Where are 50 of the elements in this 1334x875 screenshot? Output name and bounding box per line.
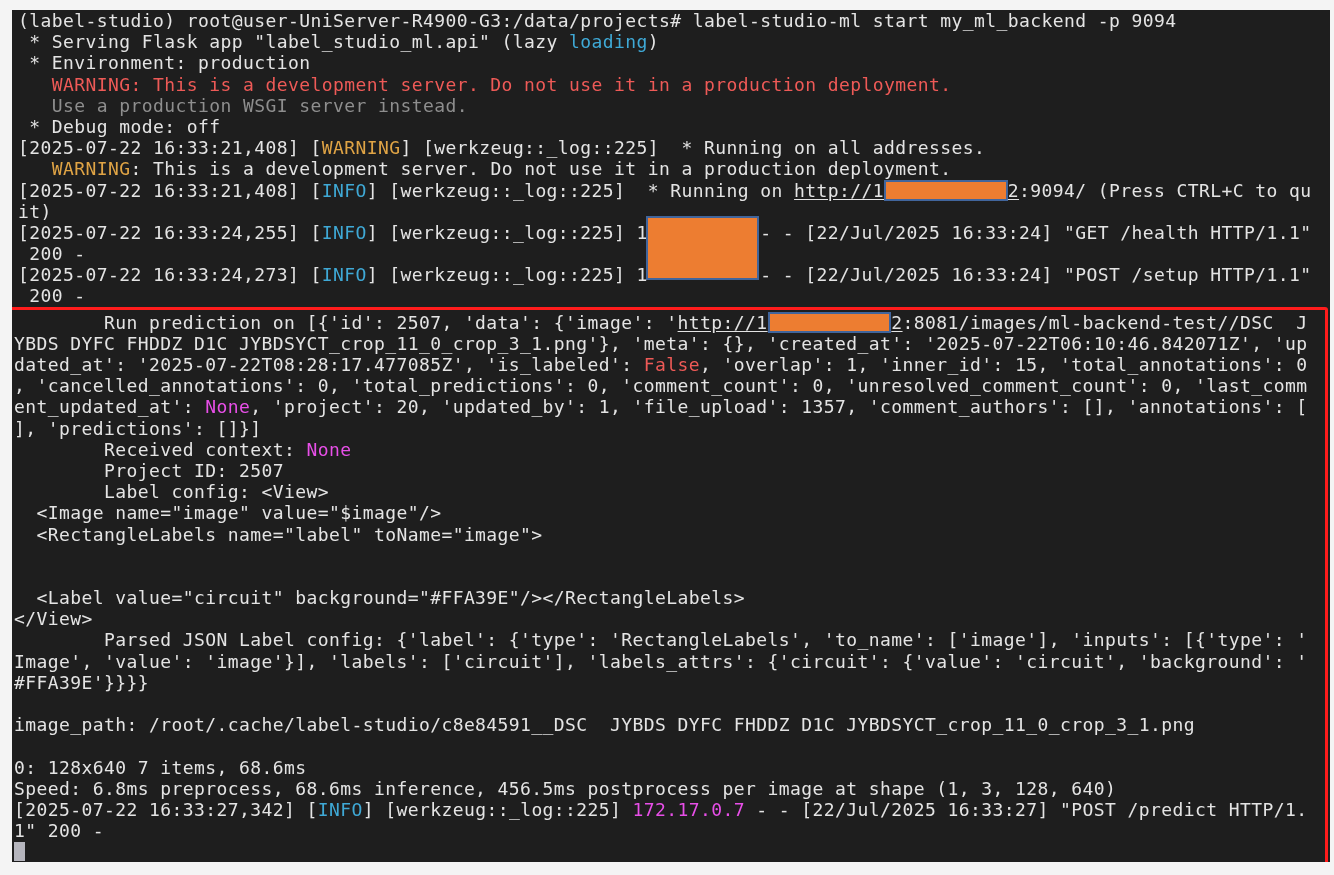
terminal-line: 0: 128x640 7 items, 68.6ms xyxy=(14,756,308,778)
terminal-text: Run prediction on [{'id': 2507, 'data': {'image': ' xyxy=(102,311,678,333)
terminal-line: YBDS DYFC FHDDZ D1C JYBDSYCT_crop_11_0_crop_3_1.png'}, 'meta': {}, 'created_at': '2025-07-22T06:10:46.842071Z', 'up xyxy=(14,332,1309,354)
cursor xyxy=(14,842,26,862)
terminal-text: - - [22/Jul/2025 16:33:24] "GET /health HTTP/1.1" xyxy=(760,221,1312,243)
terminal-text: INFO xyxy=(321,179,367,201)
terminal-line: <Image name="image" value="$image"/> xyxy=(35,502,443,524)
terminal-line: Project ID: 2507 xyxy=(102,459,285,482)
terminal-text: [2025-07-22 16:33:24,273] [ xyxy=(18,264,322,286)
terminal-line: <RectangleLabels name="label" toName="image"> xyxy=(35,523,544,545)
terminal-line: 1" 200 - xyxy=(14,820,105,842)
terminal-line: * Environment: production xyxy=(28,52,312,74)
terminal-text: ] [werkzeug::_log::225] * Running on xyxy=(366,179,784,201)
terminal-line: Parsed JSON Label config: {'label': {'type': 'RectangleLabels', 'to_name': ['image'], 'inputs': [{'type': ' xyxy=(102,629,1309,651)
terminal-line: Use a production WSGI server instead. xyxy=(50,94,469,116)
terminal-line: 200 - xyxy=(28,243,87,265)
terminal-text: :9094/ (Press CTRL+C to qu xyxy=(1019,179,1312,201)
url-link[interactable]: http://1 xyxy=(794,179,885,201)
terminal-text: ] [werkzeug::_log::225] 1 xyxy=(366,264,648,286)
terminal-text: ] [werkzeug::_log::225] 1 xyxy=(366,221,648,243)
terminal-line: Received context: None xyxy=(103,438,353,460)
terminal-line: dated_at': '2025-07-22T08:28:17.477085Z', 'is_labeled': False, 'overlap': 1, 'inner_id': 15, 'total_annotations': 0 xyxy=(14,354,1309,376)
terminal-line: </View> xyxy=(14,608,94,630)
terminal-line: image_path: /root/.cache/label-studio/c8e84591__DSC JYBDS DYFC FHDDZ D1C JYBDSYCT_crop_11_0_crop_3_1.png xyxy=(14,714,1196,736)
terminal-text: - - [22/Jul/2025 16:33:24] "POST /setup HTTP/1.1" xyxy=(760,264,1312,286)
terminal-text: [2025-07-22 16:33:21,408] [ xyxy=(18,179,322,201)
terminal-line: Label config: <View> xyxy=(102,481,330,503)
terminal-text: :8081/images/ml-backend-test//DSC J xyxy=(902,311,1308,333)
terminal-text: [2025-07-22 16:33:24,255] [ xyxy=(18,221,322,243)
terminal-line: * Debug mode: off xyxy=(28,115,221,138)
terminal-line: it) xyxy=(18,200,53,222)
terminal-line: Image', 'value': 'image'}], 'labels': ['circuit'], 'labels_attrs': {'circuit': {'value': 'circuit', 'background': ' xyxy=(14,650,1309,672)
terminal-line: WARNING: This is a development server. Do not use it in a production deployment. xyxy=(50,158,953,180)
terminal-line: Speed: 6.8ms preprocess, 68.6ms inference, 456.5ms postprocess per image at shape (1, 3, 128, 640) xyxy=(14,777,1118,799)
terminal-line: * Serving Flask app "label_studio_ml.api" (lazy loading) xyxy=(28,31,661,53)
terminal-line: ], 'predictions': []}] xyxy=(14,417,263,439)
url-link[interactable]: 2 xyxy=(891,311,903,333)
terminal-text: INFO xyxy=(321,264,367,286)
terminal-line: #FFA39E'}}}} xyxy=(14,671,150,693)
terminal-line: ent_updated_at': None, 'project': 20, 'updated_by': 1, 'file_upload': 1357, 'comment_authors': [], 'annotations': [ xyxy=(14,396,1309,418)
url-link[interactable]: http://1 xyxy=(677,311,768,333)
terminal-line: (label-studio) root@user-UniServer-R4900-G3:/data/projects# label-studio-ml start my_ml_backend -p 9094 xyxy=(18,10,1178,32)
terminal-line: 200 - xyxy=(28,285,87,307)
terminal-line: , 'cancelled_annotations': 0, 'total_predictions': 0, 'comment_count': 0, 'unresolved_comment_count': 0, 'last_comm xyxy=(14,375,1309,397)
url-link[interactable]: 2 xyxy=(1007,179,1020,201)
terminal-line: WARNING: This is a development server. Do not use it in a production deployment. xyxy=(50,73,953,95)
terminal-text: INFO xyxy=(321,221,367,243)
terminal-line: [2025-07-22 16:33:21,408] [WARNING] [werkzeug::_log::225] * Running on all addresses. xyxy=(18,137,987,159)
terminal-line: <Label value="circuit" background="#FFA39E"/></RectangleLabels> xyxy=(35,587,747,609)
terminal-line: [2025-07-22 16:33:27,342] [INFO] [werkzeug::_log::225] 172.17.0.7 - - [22/Jul/2025 16:33:27] "POST /predict HTTP/1. xyxy=(14,798,1309,821)
